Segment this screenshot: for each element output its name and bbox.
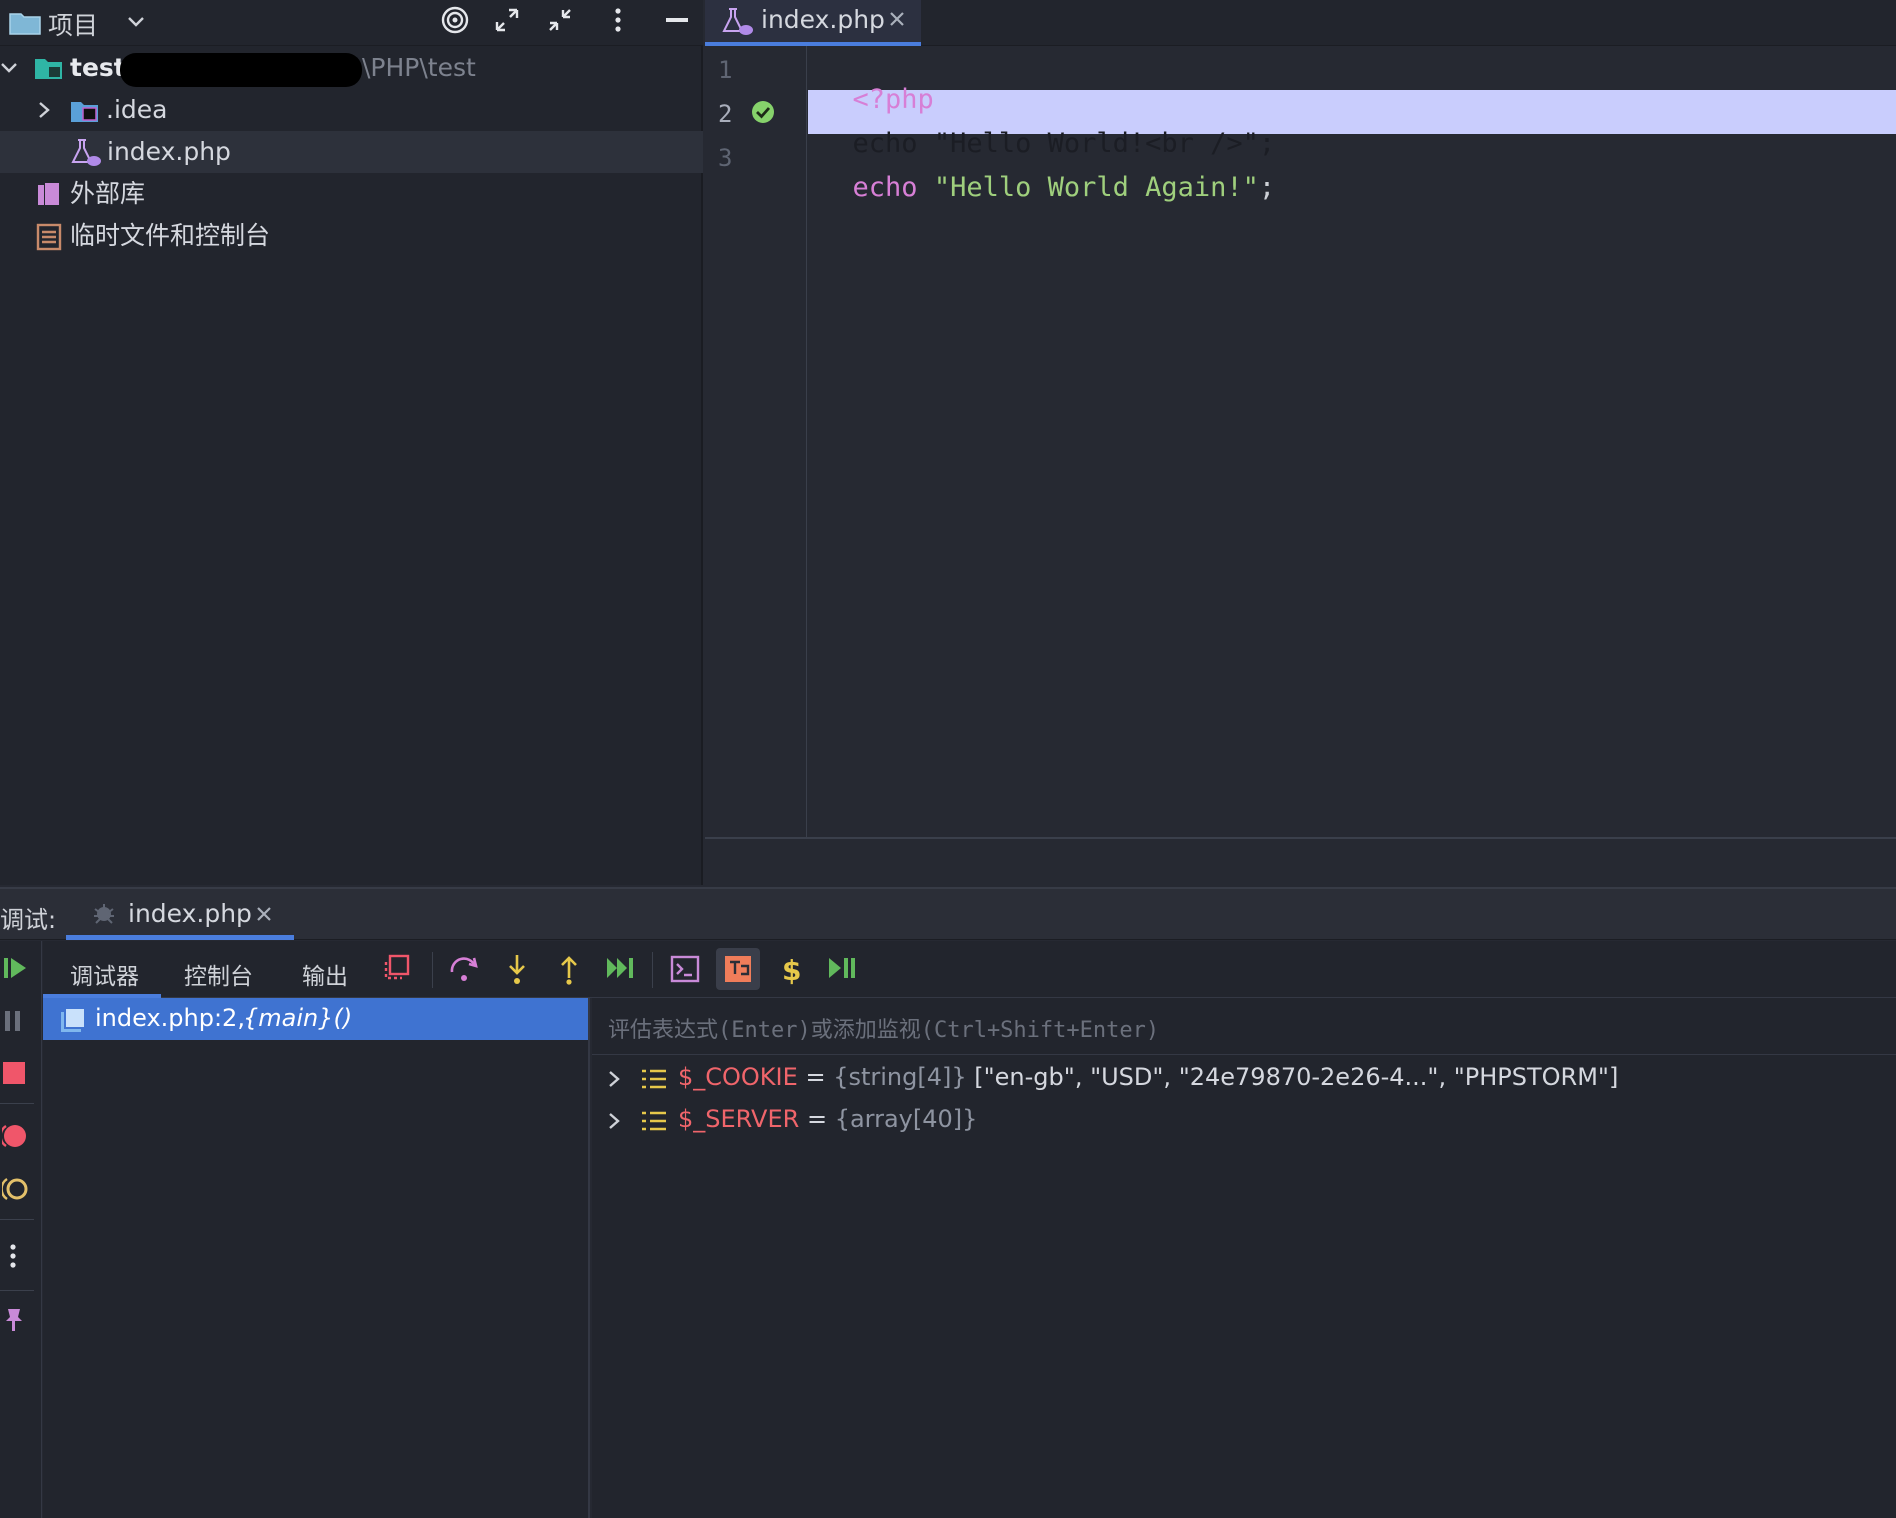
- frame-row-selected[interactable]: index.php:2, {main}(): [43, 998, 588, 1040]
- array-icon: [642, 1069, 666, 1089]
- tree-item-idea[interactable]: .idea: [0, 89, 703, 131]
- frame-function: {main}(): [243, 1004, 353, 1032]
- step-over-icon[interactable]: [447, 952, 483, 986]
- php-file-icon: [722, 8, 753, 35]
- resume-program-icon[interactable]: [825, 952, 861, 986]
- variable-value: ["en-gb", "USD", "24e79870-2e26-4...", "…: [974, 1063, 1619, 1091]
- tree-item-external-libraries[interactable]: 外部库: [0, 173, 703, 215]
- chevron-right-icon[interactable]: [606, 1112, 622, 1130]
- frames-pane: index.php:2, {main}(): [43, 998, 590, 1518]
- tree-item-project-root[interactable]: test \PHP\test: [0, 47, 703, 89]
- minimize-icon[interactable]: [664, 8, 690, 32]
- restore-layout-icon[interactable]: [380, 952, 416, 986]
- chevron-right-icon[interactable]: [606, 1070, 622, 1088]
- locate-icon[interactable]: [440, 5, 470, 35]
- divider: [0, 1290, 34, 1291]
- run-to-cursor-icon[interactable]: [603, 952, 639, 986]
- resume-icon[interactable]: [2, 954, 30, 982]
- pin-icon[interactable]: [2, 1307, 30, 1335]
- step-into-icon[interactable]: [499, 952, 535, 986]
- redaction-mark: [120, 53, 362, 87]
- breakpoint-verified-icon[interactable]: [750, 99, 776, 125]
- project-panel-title: 项目: [48, 11, 99, 40]
- project-panel-header: 项目: [0, 0, 703, 46]
- project-root-name: test: [70, 53, 126, 82]
- bug-icon: [94, 904, 114, 924]
- evaluate-expression-icon[interactable]: [668, 952, 704, 986]
- svg-text:$: $: [782, 954, 801, 986]
- more-options-icon[interactable]: [2, 1243, 30, 1271]
- variable-text: $_COOKIE = {string[4]} ["en-gb", "USD", …: [678, 1063, 1618, 1091]
- line-number: 2: [718, 100, 733, 128]
- close-icon[interactable]: [256, 906, 272, 922]
- more-options-icon[interactable]: [612, 6, 624, 34]
- code-token: echo: [852, 172, 918, 203]
- mute-breakpoints-icon[interactable]: [2, 1175, 30, 1203]
- line-number: 3: [718, 144, 733, 172]
- php-file-icon: [71, 139, 101, 166]
- chevron-right-icon[interactable]: [36, 101, 52, 119]
- close-icon[interactable]: [888, 10, 906, 28]
- tree-item-label: index.php: [107, 137, 231, 166]
- project-folder-icon: [35, 59, 62, 79]
- debug-session-tab[interactable]: index.php: [66, 889, 294, 940]
- variable-eq: =: [805, 1063, 826, 1091]
- variable-row-server[interactable]: $_SERVER = {array[40]}: [592, 1100, 1896, 1142]
- view-breakpoints-icon[interactable]: [2, 1123, 30, 1151]
- code-token: "Hello World Again!": [933, 172, 1259, 203]
- tree-item-label: 外部库: [70, 179, 146, 208]
- tab-console[interactable]: 控制台: [184, 957, 253, 991]
- variable-text: $_SERVER = {array[40]}: [678, 1105, 977, 1133]
- array-icon: [642, 1111, 666, 1131]
- scratches-icon: [36, 223, 62, 251]
- idea-folder-icon: [71, 102, 98, 122]
- variable-eq: =: [806, 1105, 828, 1133]
- variables-pane: 评估表达式(Enter)或添加监视(Ctrl+Shift+Enter) $_CO…: [592, 998, 1896, 1518]
- debug-session-label: index.php: [128, 899, 252, 928]
- debug-title: 调试:: [0, 906, 57, 934]
- code-line-3: echo "Hello World Again!";: [820, 141, 1276, 203]
- variable-name: $_SERVER: [678, 1105, 800, 1133]
- frame-file-icon: [61, 1007, 86, 1032]
- line-number: 1: [718, 56, 733, 84]
- evaluate-expression-input[interactable]: 评估表达式(Enter)或添加监视(Ctrl+Shift+Enter): [592, 998, 1896, 1055]
- expand-all-icon[interactable]: [493, 6, 521, 34]
- dollar-icon[interactable]: $: [773, 952, 809, 986]
- project-root-path: \PHP\test: [362, 53, 476, 82]
- tab-output[interactable]: 输出: [302, 957, 348, 991]
- library-icon: [38, 183, 59, 205]
- code-token: ;: [1258, 172, 1276, 203]
- tree-item-index-php[interactable]: index.php: [0, 131, 703, 173]
- collapse-all-icon[interactable]: [546, 6, 574, 34]
- tree-item-scratches[interactable]: 临时文件和控制台: [0, 215, 703, 257]
- variable-type: {array[40]}: [834, 1105, 978, 1133]
- divider: [432, 952, 433, 988]
- frame-location: index.php:2,: [95, 1004, 245, 1032]
- chevron-down-icon[interactable]: [126, 12, 146, 32]
- editor-tab-label: index.php: [761, 5, 885, 34]
- step-out-icon[interactable]: [551, 952, 587, 986]
- tab-debugger[interactable]: 调试器: [70, 957, 139, 991]
- editor-tab-index-php[interactable]: index.php: [705, 0, 921, 46]
- pause-icon[interactable]: [2, 1007, 30, 1035]
- stop-icon[interactable]: [2, 1059, 30, 1087]
- divider: [0, 1103, 34, 1104]
- folder-icon: [9, 13, 41, 35]
- editor-status-strip: [705, 837, 1896, 885]
- php-debug-config-icon[interactable]: [721, 952, 757, 986]
- divider: [0, 1219, 34, 1220]
- tree-item-label: 临时文件和控制台: [70, 221, 271, 250]
- debug-tab-bar: 调试: index.php: [0, 887, 1896, 940]
- variable-type: {string[4]}: [833, 1063, 967, 1091]
- tree-item-label: .idea: [106, 95, 168, 124]
- divider: [652, 952, 653, 988]
- variable-name: $_COOKIE: [678, 1063, 798, 1091]
- variable-row-cookie[interactable]: $_COOKIE = {string[4]} ["en-gb", "USD", …: [592, 1058, 1896, 1100]
- chevron-down-icon[interactable]: [0, 59, 18, 77]
